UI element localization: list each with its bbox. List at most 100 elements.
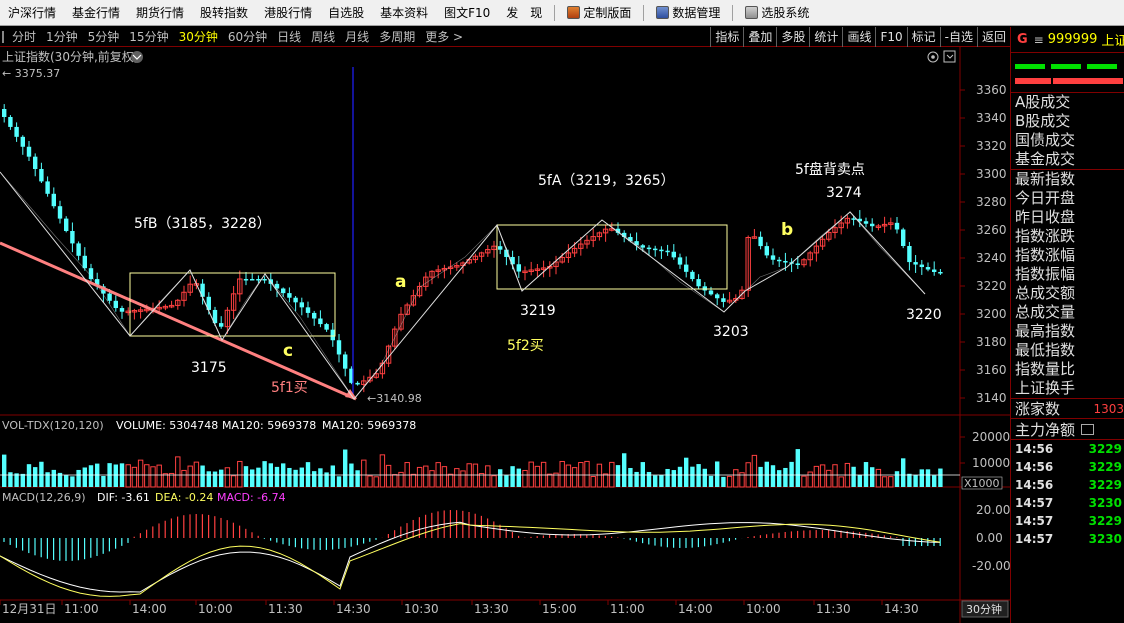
volume-bar [343, 449, 348, 487]
time-tick: 10:00 [198, 602, 233, 616]
candle-body [8, 117, 13, 127]
volume-bar [392, 474, 398, 488]
menu-basic-info[interactable]: 基本资料 [372, 4, 436, 21]
list-icon[interactable] [1081, 423, 1095, 435]
volume-bar [498, 469, 503, 487]
volume-bar [70, 476, 75, 487]
macd-indicator-label[interactable]: MACD(12,26,9) [2, 491, 86, 504]
menu-futures[interactable]: 期货行情 [128, 4, 192, 21]
candle-body [299, 302, 304, 308]
volume-bar [51, 469, 56, 487]
price-axis: 3360 3340 3320 3300 3280 3260 3240 3220 3200 3180… [960, 83, 1007, 405]
tick-time: 14:56 [1015, 460, 1054, 474]
period-multi[interactable]: 多周期 [374, 28, 420, 45]
volume-bar [206, 471, 211, 487]
indicator-button[interactable]: 指标 [710, 27, 743, 47]
time-tick: 14:00 [132, 602, 167, 616]
settings-icon[interactable] [927, 51, 939, 63]
mark-button[interactable]: 标记 [906, 27, 940, 47]
volume-bar [813, 465, 820, 488]
candle-body [640, 245, 645, 248]
volume-bar [318, 468, 323, 487]
tick-value: 3229 [1088, 442, 1122, 456]
main-net-row[interactable]: 主力净额 [1011, 418, 1124, 440]
tick-row: 14:57 3230 [1011, 530, 1124, 548]
annotation-5f1-buy: 5f1买 [271, 380, 308, 396]
menu-separator [554, 4, 556, 21]
menu-hk[interactable]: 港股行情 [256, 4, 320, 21]
volume-bar [901, 458, 906, 487]
period-30min[interactable]: 30分钟 [174, 28, 223, 45]
volume-bar [838, 476, 844, 488]
price-tick: 3300 [976, 167, 1007, 181]
candle-body [119, 308, 125, 312]
title-dropdown-icon[interactable] [131, 51, 143, 63]
volume-bars [2, 449, 943, 488]
period-1min[interactable]: 1分钟 [41, 28, 83, 45]
volume-bar [45, 472, 50, 487]
field-open: 今日开盘 [1015, 189, 1076, 207]
collapse-icon[interactable] [943, 50, 956, 63]
price-tick: 3280 [976, 195, 1007, 209]
annotation-5fa: 5fA（3219，3265） [538, 173, 675, 189]
volume-bar [355, 470, 360, 487]
period-5min[interactable]: 5分钟 [83, 28, 125, 45]
price-tick: 3240 [976, 251, 1007, 265]
annotation-divergence-sell: 5f盘背卖点 [795, 161, 865, 178]
volume-bar [628, 467, 633, 487]
multi-stock-button[interactable]: 多股 [776, 27, 809, 47]
period-more[interactable]: 更多 > [420, 28, 468, 45]
overlay-button[interactable]: 叠加 [743, 27, 776, 47]
kline-chart[interactable]: 上证指数(30分钟,前复权) ← 3375.37 3360 3340 3320 330… [0, 47, 1011, 623]
volume-bar [26, 464, 32, 487]
menu-icon[interactable]: ≡ [1034, 33, 1044, 47]
period-intraday[interactable]: 分时 [7, 28, 41, 45]
annotation-3219: 3219 [520, 303, 556, 319]
volume-bar [807, 471, 813, 488]
time-tick: 15:00 [542, 602, 577, 616]
menu-f10[interactable]: 图文F10 [436, 4, 498, 21]
stock-screener-button[interactable]: 选股系统 [737, 4, 817, 21]
back-button[interactable]: 返回 [976, 27, 1010, 47]
period-daily[interactable]: 日线 [272, 28, 306, 45]
field-turnover-rate: 上证换手 [1015, 379, 1076, 397]
volume-indicator-label[interactable]: VOL-TDX(120,120) [2, 419, 104, 432]
candle-body [70, 231, 75, 244]
chart-area[interactable]: 上证指数(30分钟,前复权) ← 3375.37 3360 3340 3320 330… [0, 47, 1011, 623]
field-low: 最低指数 [1015, 341, 1076, 359]
period-monthly[interactable]: 月线 [340, 28, 374, 45]
menu-neeq[interactable]: 股转指数 [192, 4, 256, 21]
field-total-volume: 总成交量 [1015, 303, 1076, 321]
volume-bar [659, 475, 664, 487]
menu-hushen[interactable]: 沪深行情 [0, 4, 64, 21]
menu-watchlist[interactable]: 自选股 [320, 4, 372, 21]
period-15min[interactable]: 15分钟 [124, 28, 173, 45]
menu-discover[interactable]: 发 现 [498, 4, 550, 21]
time-tick: 10:30 [404, 602, 439, 616]
sub-zigzag-line [0, 171, 926, 400]
custom-layout-button[interactable]: 定制版面 [559, 4, 639, 21]
buy-sell-bars [1011, 53, 1124, 93]
data-manage-button[interactable]: 数据管理 [648, 4, 728, 21]
candle-body [343, 354, 348, 369]
period-weekly[interactable]: 周线 [306, 28, 340, 45]
volume-bar [565, 464, 572, 488]
volume-bar [777, 470, 782, 487]
volume-bar [485, 465, 491, 488]
zigzag-line [0, 171, 926, 400]
screener-icon [745, 6, 759, 19]
remove-watchlist-button[interactable]: -自选 [939, 27, 977, 47]
annotation-b: b [781, 220, 793, 240]
volume-bar [398, 471, 404, 488]
draw-line-button[interactable]: 画线 [842, 27, 875, 47]
f10-button[interactable]: F10 [875, 27, 906, 47]
field-a-share-turnover: A股成交 [1015, 93, 1071, 111]
chart-title: 上证指数(30分钟,前复权) [2, 49, 138, 64]
period-60min[interactable]: 60分钟 [223, 28, 272, 45]
candle-body [690, 271, 695, 280]
volume-bar [125, 464, 131, 488]
statistics-button[interactable]: 统计 [809, 27, 842, 47]
volume-bar [615, 465, 621, 487]
menu-fund[interactable]: 基金行情 [64, 4, 128, 21]
annotation-3175: 3175 [191, 360, 227, 376]
